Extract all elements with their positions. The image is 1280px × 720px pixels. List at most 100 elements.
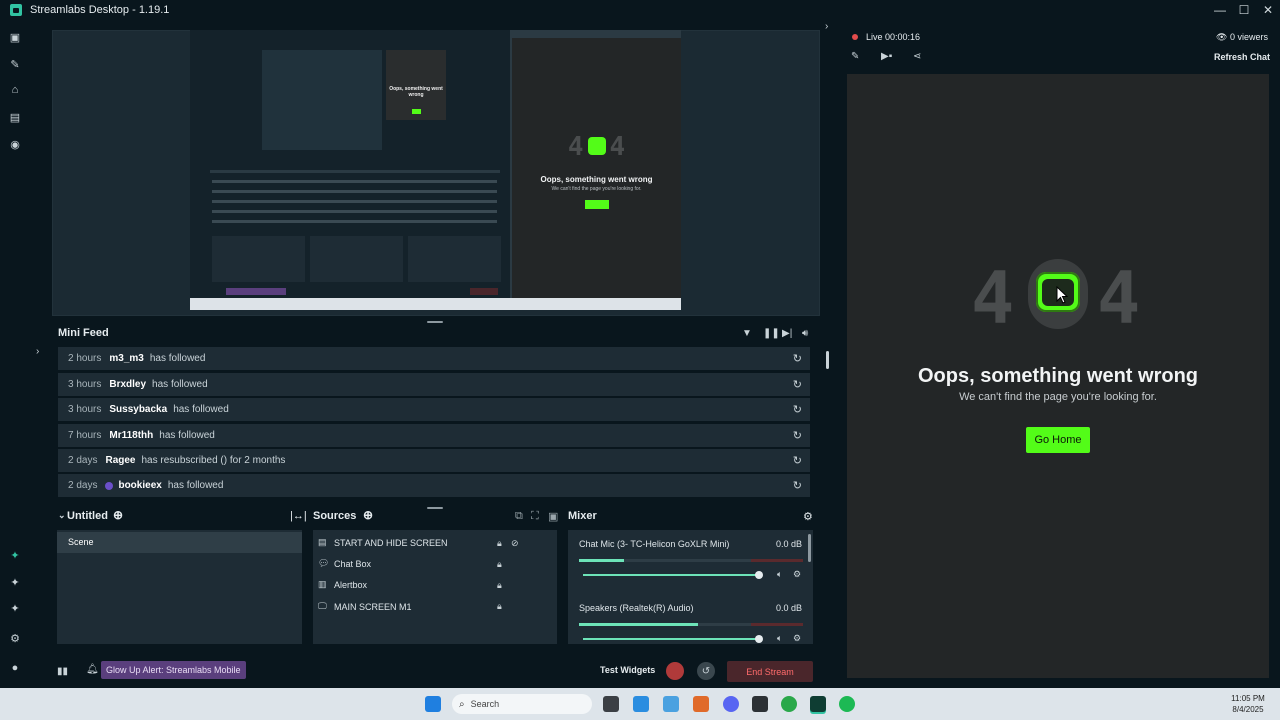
refresh-chat-button[interactable]: Refresh Chat	[1214, 52, 1270, 62]
feed-time: 3 hours	[68, 379, 102, 390]
expand-chevron-icon[interactable]: ›	[36, 346, 39, 357]
source-item[interactable]: 💬︎ Chat Box	[318, 558, 371, 569]
editor-icon[interactable]: ▣	[8, 30, 22, 44]
lock-icon[interactable]: 🔒︎	[497, 601, 502, 612]
scene-item[interactable]: Scene	[68, 537, 94, 547]
app-icon-2[interactable]: ✦	[8, 575, 22, 589]
source-item[interactable]: 🖵︎ MAIN SCREEN M1	[318, 601, 412, 612]
windows-start-icon[interactable]	[425, 696, 441, 712]
app-icon-3[interactable]: ✦	[8, 601, 22, 615]
mixer-scrollbar[interactable]	[808, 534, 811, 562]
record-button[interactable]	[666, 662, 684, 680]
source-label: MAIN SCREEN M1	[334, 601, 412, 612]
edit-icon[interactable]: ✎	[851, 51, 859, 62]
app-green-icon[interactable]	[781, 696, 797, 712]
volume-meter	[579, 623, 803, 626]
volume-slider-knob[interactable]	[755, 635, 763, 643]
live-label: Live	[866, 32, 883, 42]
mixer-settings-icon[interactable]: ⚙	[803, 510, 813, 523]
feed-row: 7 hours Mr118thh has followed ↻	[58, 424, 810, 447]
feed-user: Sussybacka	[109, 404, 168, 415]
end-stream-button[interactable]: End Stream	[727, 661, 813, 682]
source-item[interactable]: ▥ Alertbox	[318, 579, 367, 590]
volume-icon[interactable]: 🔊︎	[802, 328, 808, 339]
share-icon[interactable]: ⋖	[913, 51, 921, 62]
task-view-icon[interactable]	[603, 696, 619, 712]
terminal-icon[interactable]	[752, 696, 768, 712]
channel-settings-icon[interactable]: ⚙	[793, 569, 801, 580]
feed-scrollbar[interactable]	[826, 351, 829, 369]
collapse-chevron-icon[interactable]: ⌄	[58, 510, 66, 521]
mini-feed-header: Mini Feed ▼ ❚❚ ▶| 🔊︎	[52, 323, 818, 345]
window-controls: — ☐ ✕	[1208, 0, 1280, 20]
repeat-alert-icon[interactable]: ↻	[793, 479, 802, 492]
add-source-icon[interactable]: ⊕	[363, 508, 373, 522]
add-scene-icon[interactable]: ⊕	[113, 508, 123, 522]
streamlabs-taskbar-icon[interactable]	[810, 696, 826, 712]
repeat-alert-icon[interactable]: ↻	[793, 454, 802, 467]
close-button[interactable]: ✕	[1256, 0, 1280, 20]
eye-icon: 👁︎	[1216, 32, 1228, 42]
repeat-alert-icon[interactable]: ↻	[793, 429, 802, 442]
test-widgets-label[interactable]: Test Widgets	[600, 665, 655, 675]
camera-icon[interactable]: ▶▪	[881, 51, 892, 62]
source-properties-icon[interactable]: ▣	[548, 510, 558, 523]
repeat-alert-icon[interactable]: ↻	[793, 403, 802, 416]
glow-up-alert[interactable]: Glow Up Alert: Streamlabs Mobile	[101, 661, 246, 679]
repeat-alert-icon[interactable]: ↻	[793, 352, 802, 365]
replay-buffer-icon[interactable]: ↺	[697, 662, 715, 680]
taskbar-search[interactable]: ⌕ Search	[452, 694, 592, 714]
spotify-icon[interactable]	[839, 696, 855, 712]
stats-icon[interactable]: ▮▮	[57, 666, 68, 677]
notification-bell-icon[interactable]: 🔔︎	[86, 664, 99, 675]
themes-icon[interactable]: ✎	[8, 57, 22, 71]
sources-title: Sources	[313, 510, 357, 522]
feed-time: 7 hours	[68, 430, 102, 441]
source-folder-icon[interactable]: ⧉	[515, 510, 523, 523]
lock-icon[interactable]: 🔒︎	[497, 559, 502, 570]
volume-meter	[579, 559, 803, 562]
highlighter-icon[interactable]: ▤	[8, 110, 22, 124]
minimize-button[interactable]: —	[1208, 0, 1232, 20]
channel-settings-icon[interactable]: ⚙	[793, 633, 801, 644]
app-icon-1[interactable]: ✦	[8, 548, 22, 562]
lock-icon[interactable]: 🔒︎	[497, 538, 502, 549]
maximize-button[interactable]: ☐	[1232, 0, 1256, 20]
volume-slider-knob[interactable]	[755, 571, 763, 579]
discord-icon[interactable]	[723, 696, 739, 712]
lock-icon[interactable]: 🔒︎	[497, 580, 502, 591]
repeat-alert-icon[interactable]: ↻	[793, 378, 802, 391]
source-item[interactable]: ▤ START AND HIDE SCREEN	[318, 537, 448, 548]
settings-icon[interactable]: ⚙	[8, 631, 22, 645]
preview-screen-capture: Oops, something went wrong 44 Oops, some…	[190, 30, 681, 310]
volume-slider[interactable]	[583, 574, 759, 576]
feed-resize-handle[interactable]	[427, 507, 443, 509]
feed-message: has resubscribed () for 2 months	[141, 455, 286, 466]
mixer-title: Mixer	[568, 510, 597, 522]
collapse-chat-chevron-icon[interactable]: ›	[825, 21, 828, 32]
mute-icon[interactable]: 🔈︎	[777, 569, 782, 580]
file-explorer-icon[interactable]	[663, 696, 679, 712]
source-group-icon[interactable]: ⛶	[531, 510, 539, 523]
skip-icon[interactable]: ▶|	[782, 328, 792, 339]
visibility-off-icon[interactable]: ⊘	[511, 538, 519, 549]
feed-user: bookieex	[118, 480, 162, 491]
snipping-tool-icon[interactable]	[633, 696, 649, 712]
mute-icon[interactable]: 🔈︎	[777, 633, 782, 644]
vlc-icon[interactable]	[693, 696, 709, 712]
scene-collection-title[interactable]: Untitled	[67, 510, 108, 522]
filter-icon[interactable]: ▼	[742, 328, 752, 339]
feed-row: 3 hours Brxdley has followed ↻	[58, 373, 810, 396]
pause-icon[interactable]: ❚❚	[763, 328, 780, 339]
side-nav: ▣ ✎ ⌂ ▤ ◉ ✦ ✦ ✦ ⚙ ●	[0, 20, 30, 688]
scenes-panel: Scene	[57, 530, 302, 644]
transitions-icon[interactable]: |↔|	[290, 510, 307, 522]
mini-feed-title: Mini Feed	[58, 327, 109, 339]
record-icon[interactable]: ◉	[8, 137, 22, 151]
go-home-button[interactable]: Go Home	[1026, 427, 1090, 453]
volume-slider[interactable]	[583, 638, 759, 640]
feed-row: 2 hours m3_m3 has followed ↻	[58, 347, 810, 370]
search-icon: ⌕	[459, 698, 465, 710]
store-icon[interactable]: ⌂	[8, 83, 22, 97]
profile-icon[interactable]: ●	[8, 661, 22, 675]
